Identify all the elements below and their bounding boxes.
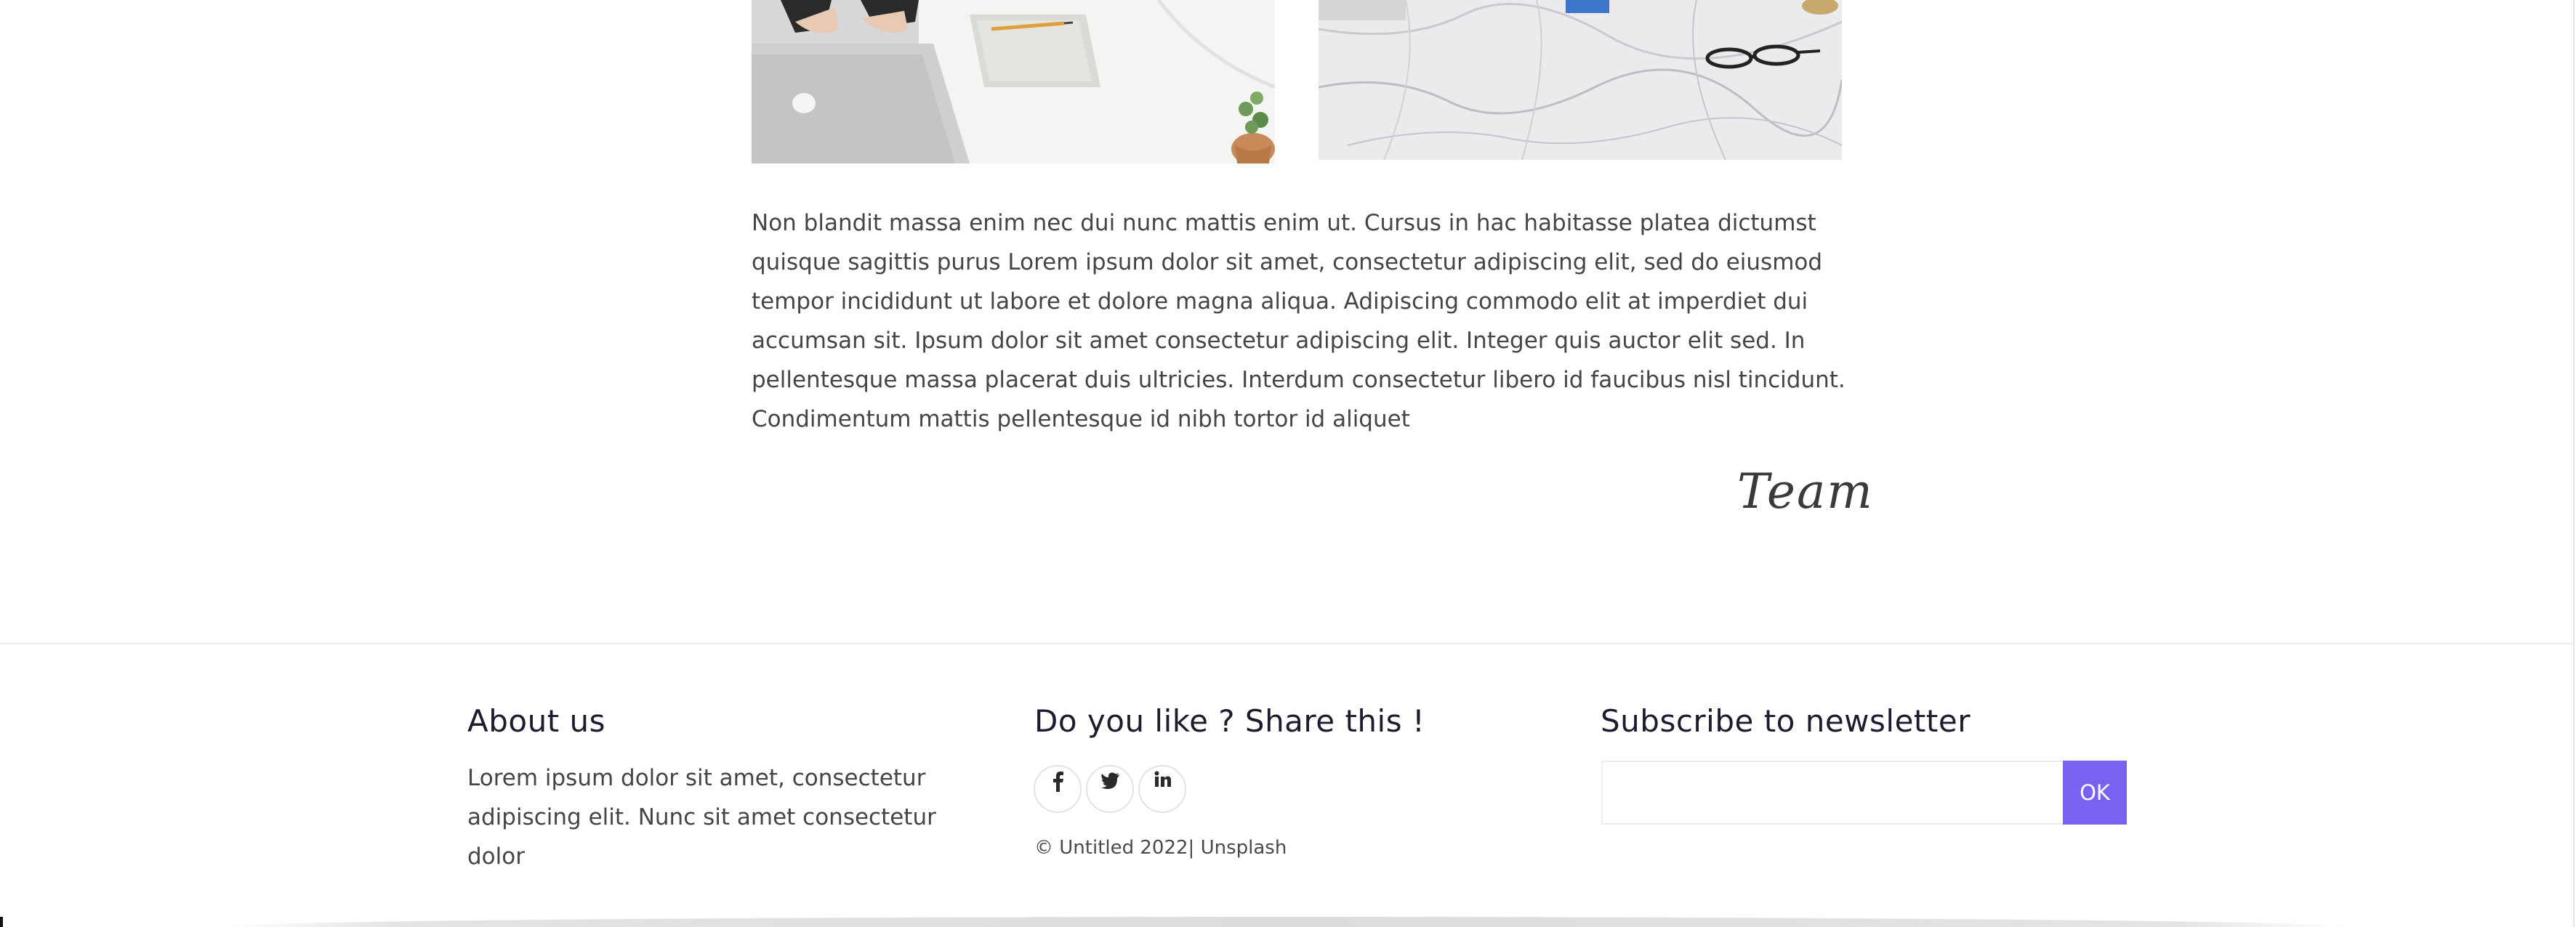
footer-divider [0, 643, 2573, 644]
linkedin-icon [1154, 771, 1171, 787]
facebook-icon [1053, 772, 1063, 792]
marble-desk-photo [1319, 0, 1842, 160]
copyright-text: © Untitled 2022| Unsplash [1034, 837, 1287, 859]
about-us-heading: About us [467, 703, 606, 739]
corner-mark [0, 917, 3, 927]
laptop-workspace-photo [752, 0, 1275, 163]
newsletter-heading: Subscribe to newsletter [1601, 703, 1971, 739]
newsletter-email-input[interactable] [1601, 761, 2064, 825]
page-edge-divider [2573, 0, 2575, 927]
team-signature: Team [1737, 464, 1874, 519]
article-body: Non blandit massa enim nec dui nunc matt… [752, 210, 1846, 432]
share-heading: Do you like ? Share this ! [1034, 703, 1425, 739]
facebook-share-button[interactable] [1034, 765, 1082, 813]
bottom-shadow [225, 917, 2348, 927]
twitter-share-button[interactable] [1086, 765, 1134, 813]
twitter-icon [1101, 772, 1119, 789]
about-us-text: Lorem ipsum dolor sit amet, consectetur … [467, 765, 936, 870]
newsletter-ok-button[interactable]: OK [2063, 761, 2127, 825]
linkedin-share-button[interactable] [1138, 765, 1186, 813]
